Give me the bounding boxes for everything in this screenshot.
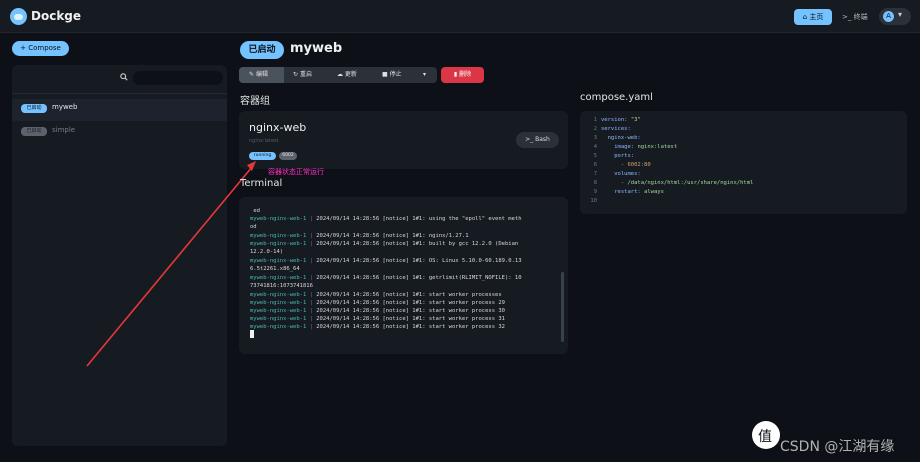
compose-title: compose.yaml (580, 92, 653, 103)
home-button[interactable]: ⌂ 主页 (794, 9, 832, 25)
search-icon (120, 73, 128, 81)
terminal-line: 6.5t2261.x86_64 (250, 266, 300, 272)
terminal-cursor (250, 330, 254, 338)
sidebar-divider (12, 93, 227, 94)
bash-button[interactable]: >_ Bash (516, 132, 559, 148)
home-label: 主页 (809, 13, 824, 21)
restart-label: 重启 (299, 71, 312, 78)
annotation-text: 容器状态正常运行 (268, 168, 324, 176)
bash-label: Bash (535, 136, 550, 143)
console-label: 终端 (853, 13, 868, 21)
yaml-line: 5 ports: (593, 153, 635, 159)
stop-label: 停止 (389, 71, 402, 78)
stack-name: simple (52, 126, 76, 134)
yaml-line: 2 services: (593, 126, 631, 132)
terminal-line: myweb-nginx-web-1 | 2024/09/14 14:28:56 … (250, 241, 519, 247)
dockge-logo-icon (10, 8, 27, 25)
watermark-text: CSDN @江湖有缘 (780, 439, 895, 455)
terminal-line: myweb-nginx-web-1 | 2024/09/14 14:28:56 … (250, 275, 522, 281)
stack-item-myweb[interactable]: 已启动 myweb (12, 99, 227, 121)
page-title: myweb (290, 41, 343, 56)
delete-button[interactable]: ▮ 删除 (441, 67, 484, 83)
container-name: nginx-web (249, 121, 307, 134)
yaml-line: 8 - /data/nginx/html:/usr/share/nginx/ht… (593, 180, 754, 186)
terminal-icon: >_ (525, 136, 536, 143)
avatar: A (883, 11, 894, 22)
compose-editor[interactable]: 1 version: "3" 2 services: 3 nginx-web: 4 … (580, 111, 907, 214)
stop-icon: ■ (382, 71, 390, 78)
edit-label: 编辑 (255, 71, 268, 78)
port-badge[interactable]: 6002 (279, 152, 297, 160)
terminal-line: myweb-nginx-web-1 | 2024/09/14 14:28:56 … (250, 324, 505, 330)
stop-button[interactable]: ■ 停止 (380, 67, 402, 83)
terminal-line: myweb-nginx-web-1 | 2024/09/14 14:28:56 … (250, 258, 522, 264)
stack-status-badge: 已启动 (240, 41, 284, 59)
chevron-down-icon: ▾ (898, 10, 903, 19)
brand-name: Dockge (31, 9, 82, 23)
search-input[interactable] (133, 71, 223, 85)
cloud-download-icon: ☁ (337, 71, 345, 78)
terminal-icon: >_ (842, 13, 854, 21)
terminal-title: Terminal (240, 178, 283, 189)
console-button[interactable]: >_ 终端 (842, 9, 868, 25)
watermark-logo-icon (752, 421, 780, 449)
stack-item-simple[interactable]: 已启动 simple (12, 122, 227, 144)
update-label: 更新 (344, 71, 357, 78)
yaml-line: 9 restart: always (593, 189, 664, 195)
restart-button[interactable]: ↻ 重启 (291, 67, 312, 83)
terminal-line: myweb-nginx-web-1 | 2024/09/14 14:28:56 … (250, 308, 505, 314)
stack-toolbar: ✎ 编辑 ↻ 重启 ☁ 更新 ■ 停止 ▾ (239, 67, 437, 83)
yaml-line: 1 version: "3" (593, 117, 641, 123)
update-button[interactable]: ☁ 更新 (335, 67, 357, 83)
yaml-line: 6 - 6002:80 (593, 162, 651, 168)
terminal-line: myweb-nginx-web-1 | 2024/09/14 14:28:56 … (250, 316, 505, 322)
terminal-line: 12.2.0-14) (250, 249, 284, 255)
terminal-scrollbar[interactable] (561, 272, 564, 342)
more-actions-dropdown[interactable]: ▾ (421, 67, 426, 83)
containers-title: 容器组 (240, 96, 270, 107)
stack-name: myweb (52, 103, 78, 111)
restart-icon: ↻ (293, 71, 300, 78)
container-card: nginx-web nginx:latest running 6002 >_ B… (239, 111, 568, 169)
terminal-line: od (250, 224, 257, 230)
terminal-line: ed (253, 208, 260, 214)
terminal-output[interactable]: ed myweb-nginx-web-1 | 2024/09/14 14:28:… (239, 197, 568, 354)
stack-sidebar: 已启动 myweb 已启动 simple (12, 65, 227, 446)
yaml-line: 4 image: nginx:latest (593, 144, 678, 150)
status-badge: 已启动 (21, 127, 47, 136)
add-compose-button[interactable]: + Compose (12, 41, 69, 56)
terminal-line: 73741816:1073741816 (250, 283, 313, 289)
yaml-line: 7 volumes: (593, 171, 641, 177)
status-badge: 已启动 (21, 104, 47, 113)
terminal-line: myweb-nginx-web-1 | 2024/09/14 14:28:56 … (250, 300, 505, 306)
delete-label: 删除 (459, 71, 472, 78)
container-image: nginx:latest (249, 138, 279, 144)
edit-button[interactable]: ✎ 编辑 (239, 67, 284, 83)
yaml-line: 3 nginx-web: (593, 135, 641, 141)
terminal-line: myweb-nginx-web-1 | 2024/09/14 14:28:56 … (250, 292, 502, 298)
yaml-line: 10 (590, 198, 597, 204)
pencil-icon: ✎ (249, 71, 256, 78)
terminal-line: myweb-nginx-web-1 | 2024/09/14 14:28:56 … (250, 216, 522, 222)
terminal-line: myweb-nginx-web-1 | 2024/09/14 14:28:56 … (250, 233, 469, 239)
running-status-badge: running (249, 152, 276, 160)
top-header: Dockge ⌂ 主页 >_ 终端 A ▾ (0, 0, 920, 33)
user-menu[interactable]: A ▾ (879, 8, 911, 25)
